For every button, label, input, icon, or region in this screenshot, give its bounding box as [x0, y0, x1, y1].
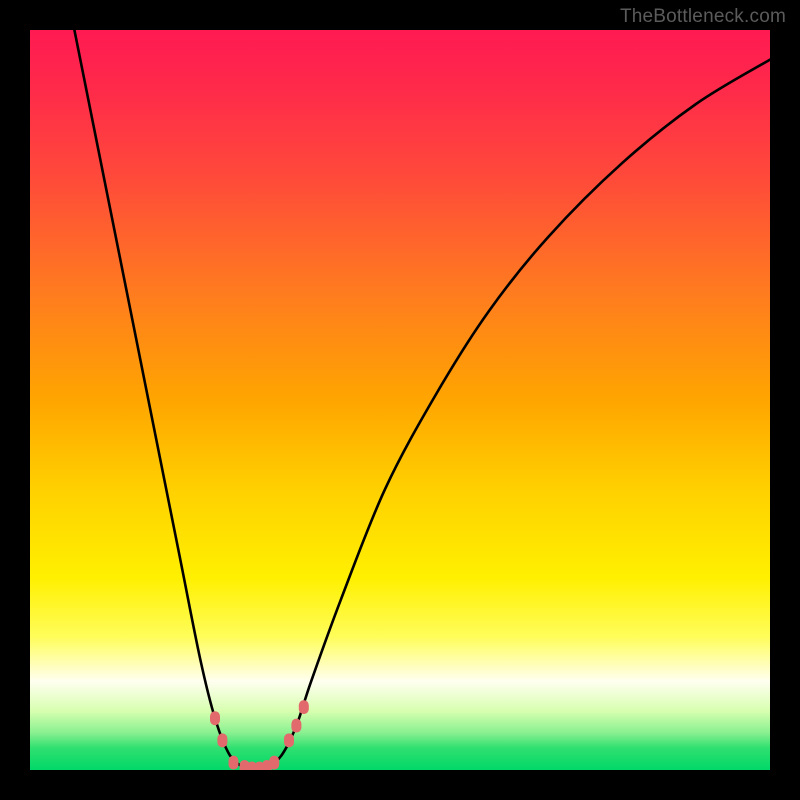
chart-frame: TheBottleneck.com — [0, 0, 800, 800]
bottleneck-curve — [74, 30, 770, 770]
plot-area — [30, 30, 770, 770]
curve-marker — [210, 711, 220, 725]
curve-marker — [229, 756, 239, 770]
attribution-text: TheBottleneck.com — [620, 6, 786, 28]
curve-marker — [291, 719, 301, 733]
curve-marker — [217, 733, 227, 747]
curve-marker — [284, 733, 294, 747]
curve-svg — [30, 30, 770, 770]
curve-markers — [210, 700, 309, 770]
curve-marker — [299, 700, 309, 714]
curve-marker — [269, 756, 279, 770]
